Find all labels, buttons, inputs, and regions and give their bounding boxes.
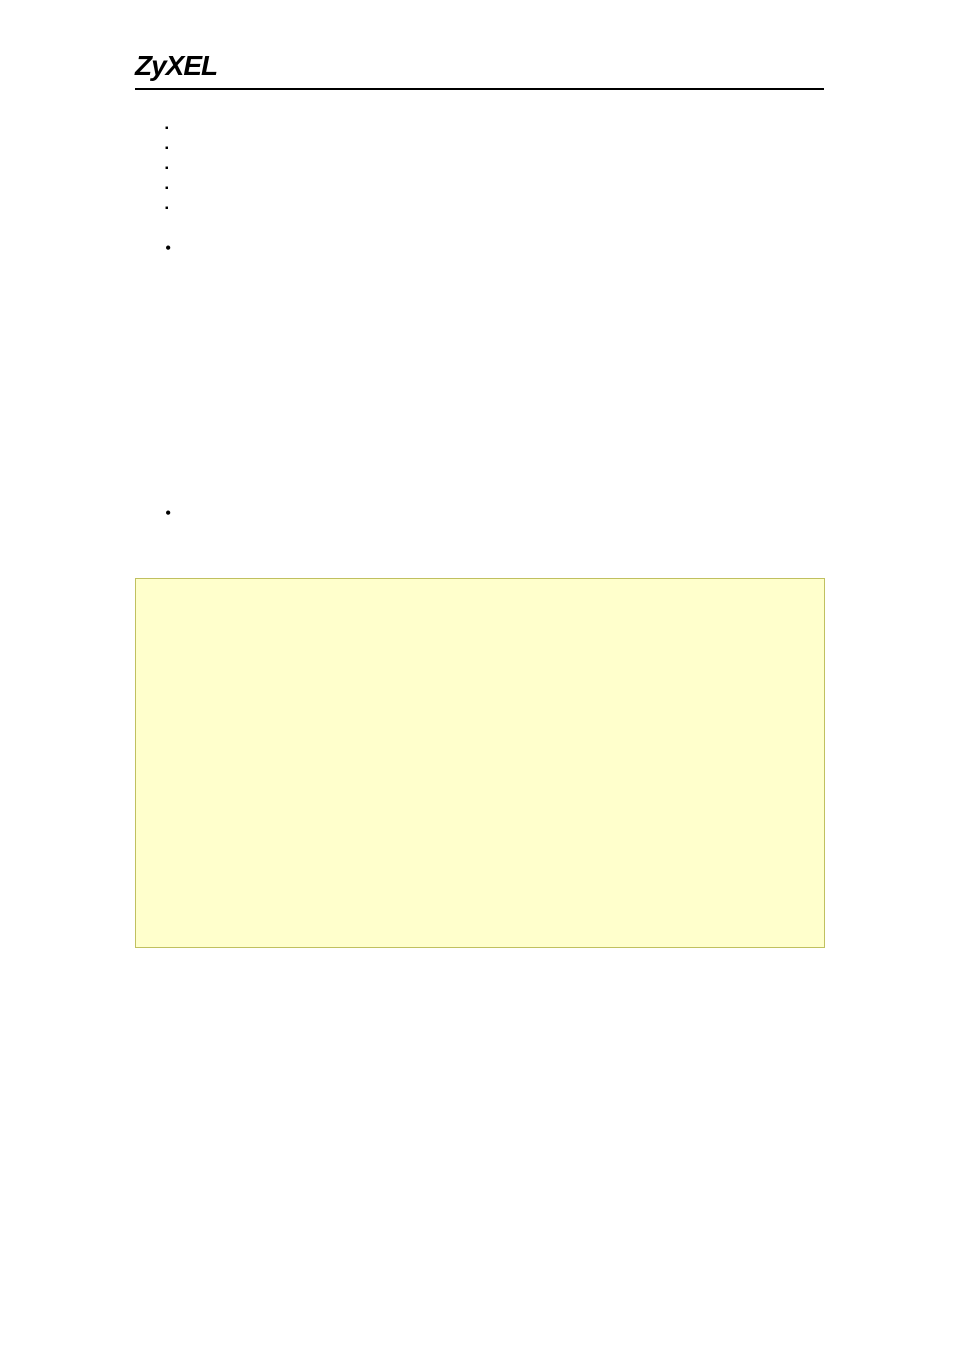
step1: 1. Configure VLAN then assign a port to … [185, 402, 824, 417]
cli-line: L3-4024(config-vlan)# untagged 17-26 [154, 661, 806, 676]
bullet-howitworks: How it works [165, 238, 824, 256]
cli-line: L3-4024(config-vlan)# exit [154, 751, 806, 766]
cli-line: L3-4024(config)# exit [154, 766, 806, 781]
brand-logo: ZyXEL [135, 50, 824, 82]
cli-line: L3-4024(config-vlan)# exit [154, 676, 806, 691]
vlan-title: Configure the VLAN [185, 505, 287, 519]
cli-line: L3-4024(config)# vlan 1 [154, 691, 806, 706]
cli-line: L3-4024(config-vlan)# name V2 [154, 631, 806, 646]
list-item: VLAN1 is in Subnet 1 (10.10.1.X). [185, 162, 355, 176]
cli-box: L3-4024# config L3-4024(config)# vlan 2 … [135, 578, 825, 948]
cli-line: L3-4024(config-vlan)# fixed 1-16 [154, 706, 806, 721]
vlan-para: In the CLI, we first creates two VLAN gr… [185, 536, 824, 566]
cli-line: L3-4024(config-vlan)# untagged 1-16 [154, 736, 806, 751]
cli-line: L3-4024(config)# vlan 2 [154, 616, 806, 631]
list-item: VLAN2 includes ports 17~24, port 25~26 u… [185, 142, 592, 156]
steps-title: Three steps to complete the setting [185, 378, 352, 392]
step3: 3. Enable Port Mirror and configure the … [185, 448, 824, 463]
cli-line: L3-4024# config [154, 601, 806, 616]
cli-line: L3-4024(config-vlan)# forbidden 17-26 [154, 721, 806, 736]
header-divider [135, 88, 824, 90]
howitworks-title: How it works [185, 240, 250, 254]
howitworks-para: Port Mirroring copies frames to a Monito… [185, 271, 824, 316]
requirements-list: VLAN1 includes ports 1~16. VLAN2 include… [135, 120, 824, 218]
list-item: VLAN2 is in Subnet 2 (10.10.2.X). [185, 182, 355, 196]
list-item: The manager uses Ethereal to monitor the… [185, 202, 483, 216]
cli-line: L3-4024# write memory [154, 781, 806, 796]
step2: 2. Create the IP domain for each VLAN. [185, 425, 824, 440]
bullet-vlan: Configure the VLAN [165, 503, 824, 521]
cli-line: L3-4024(config-vlan)# fixed 17-26 [154, 646, 806, 661]
list-item: VLAN1 includes ports 1~16. [185, 122, 325, 136]
